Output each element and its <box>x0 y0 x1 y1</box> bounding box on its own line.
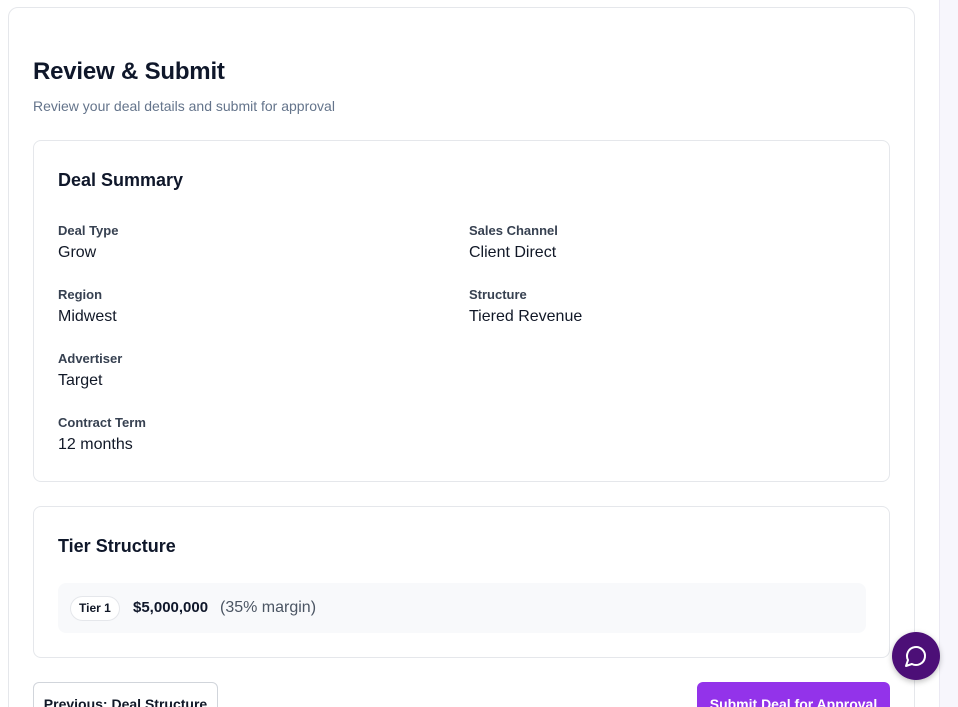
field-value: Target <box>58 372 103 389</box>
tier-amount: $5,000,000 <box>133 599 209 616</box>
field-value: Client Direct <box>469 244 557 261</box>
previous-button[interactable]: Previous: Deal Structure <box>33 682 218 707</box>
field-value: Midwest <box>58 308 117 325</box>
tier-badge: Tier 1 <box>70 596 120 621</box>
tier-structure-panel: Tier Structure Tier 1 $5,000,000 (35% ma… <box>33 506 890 658</box>
page-subtitle: Review your deal details and submit for … <box>33 98 335 114</box>
tier-structure-title: Tier Structure <box>58 536 176 556</box>
field-advertiser: Advertiser Target <box>58 351 122 390</box>
chat-bubble-icon <box>905 646 926 667</box>
field-contract-term: Contract Term 12 months <box>58 415 146 454</box>
field-value: Tiered Revenue <box>469 308 583 325</box>
field-label: Deal Type <box>58 223 119 238</box>
field-label: Advertiser <box>58 351 123 366</box>
field-deal-type: Deal Type Grow <box>58 223 118 262</box>
field-label: Contract Term <box>58 415 146 430</box>
field-value: 12 months <box>58 436 133 453</box>
page-scroll-rail <box>939 0 958 707</box>
field-label: Region <box>58 287 103 302</box>
page-title: Review & Submit <box>33 58 225 85</box>
submit-deal-button[interactable]: Submit Deal for Approval <box>697 682 890 707</box>
field-sales-channel: Sales Channel Client Direct <box>469 223 558 262</box>
field-label: Structure <box>469 287 527 302</box>
deal-summary-panel: Deal Summary Deal Type Grow Sales Channe… <box>33 140 890 482</box>
field-region: Region Midwest <box>58 287 117 326</box>
field-structure: Structure Tiered Revenue <box>469 287 582 326</box>
deal-summary-title: Deal Summary <box>58 170 184 190</box>
field-value: Grow <box>58 244 97 261</box>
field-label: Sales Channel <box>469 223 558 238</box>
tier-row: Tier 1 $5,000,000 (35% margin) <box>58 583 866 633</box>
chat-button[interactable] <box>892 632 940 680</box>
tier-margin: (35% margin) <box>220 599 317 616</box>
